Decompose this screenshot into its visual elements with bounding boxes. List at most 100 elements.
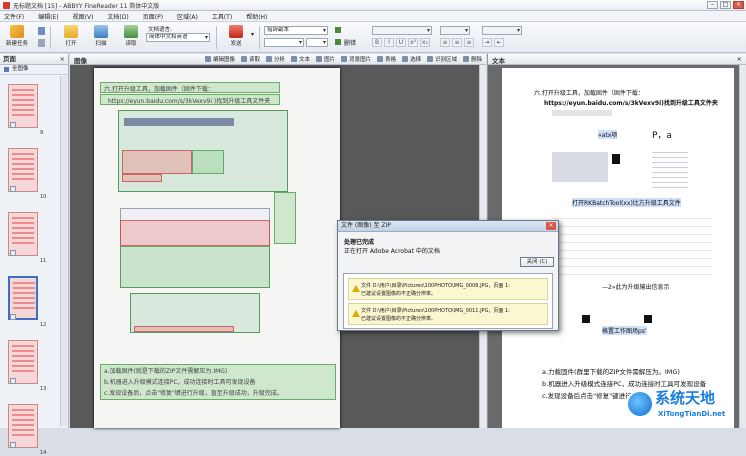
text-tool[interactable]: 文本 <box>291 55 310 63</box>
page-checkbox[interactable] <box>10 314 16 320</box>
select-all-pages[interactable]: 全图像 <box>0 65 68 75</box>
scan-button[interactable]: 扫描 <box>87 24 115 51</box>
title-bar: 无标题文档 [15] - ABBYY FineReader 11 简体中文版 –… <box>0 0 746 11</box>
bookmark-icon[interactable] <box>335 27 341 33</box>
save-icon[interactable] <box>38 27 45 35</box>
outdent-button[interactable]: ⇤ <box>494 38 504 47</box>
format-select[interactable] <box>372 26 432 35</box>
menu-tools[interactable]: 工具(T) <box>212 12 232 21</box>
doc-lang-label: 文档语言: <box>148 27 172 33</box>
font-select[interactable] <box>264 38 304 47</box>
select-tool[interactable]: 选择 <box>402 55 421 63</box>
page-number: 14 <box>40 450 47 456</box>
table-area-zone[interactable] <box>120 220 270 246</box>
text-panel-close[interactable]: × <box>737 55 742 63</box>
list-placeholder <box>652 152 688 188</box>
font-size-select[interactable] <box>306 38 328 47</box>
background-picture-tool[interactable]: 背景图片 <box>341 55 371 63</box>
delete-icon <box>463 56 470 62</box>
dialog-status: 处理已完成 <box>344 239 375 246</box>
bold-button[interactable]: B <box>372 38 382 47</box>
align-select[interactable] <box>440 26 470 35</box>
main-toolbar: 新建任务 打开 扫描 读取 文档语言: 简体中文和英语 发送 ▾ 措辞副本 删错… <box>0 22 746 53</box>
text-line-3: «atx项 <box>598 130 618 139</box>
indent-button[interactable]: ⇥ <box>482 38 492 47</box>
table-tool[interactable]: 表格 <box>377 55 396 63</box>
table-area-zone[interactable] <box>122 150 192 174</box>
menu-file[interactable]: 文件(F) <box>4 12 24 21</box>
table-area-zone[interactable] <box>134 326 234 332</box>
pages-scrollbar[interactable] <box>60 76 67 426</box>
page-number: 12 <box>40 322 47 328</box>
app-icon <box>3 1 10 9</box>
italic-button[interactable]: I <box>384 38 394 47</box>
menu-view[interactable]: 视图(V) <box>73 12 94 21</box>
black-block <box>644 315 652 323</box>
scanner-icon <box>94 25 108 38</box>
analyze-tool[interactable]: 分析 <box>266 55 285 63</box>
menu-edit[interactable]: 编辑(E) <box>38 12 58 21</box>
open-button[interactable]: 打开 <box>57 24 85 51</box>
new-task-icon <box>10 25 24 38</box>
text-area-zone[interactable] <box>274 192 296 244</box>
new-task-button[interactable]: 新建任务 <box>3 24 31 51</box>
warning-item[interactable]: 文件 D:\用户\目录\Pictures\100PHOTO\IMG_0011.J… <box>348 303 548 325</box>
page-checkbox[interactable] <box>10 122 16 128</box>
close-window-button[interactable]: × <box>733 1 744 9</box>
read-icon <box>241 56 248 62</box>
warning-list[interactable]: 文件 D:\用户\目录\Pictures\100PHOTO\IMG_0008.J… <box>343 273 553 329</box>
align-center-button[interactable]: ≡ <box>452 38 462 47</box>
align-left-button[interactable]: ≡ <box>440 38 450 47</box>
read-button[interactable]: 读取 <box>117 24 145 51</box>
menu-area[interactable]: 区域(A) <box>177 12 198 21</box>
page-bottom-line-3: c.发现设备后，点击"修复"键进行升级，直至升级成功，升级完成。 <box>104 390 283 397</box>
window-title: 无标题文档 [15] - ABBYY FineReader 11 简体中文版 <box>13 2 160 10</box>
dialog-close-btn[interactable]: 关闭 (C) <box>520 257 554 267</box>
page-checkbox[interactable] <box>10 378 16 384</box>
warning-item[interactable]: 文件 D:\用户\目录\Pictures\100PHOTO\IMG_0008.J… <box>348 278 548 300</box>
scanned-page-image[interactable]: 六.打开升级工具，加载固件（固件下载： https://eyun.baidu.c… <box>94 68 340 428</box>
menu-page[interactable]: 页面(P) <box>143 12 163 21</box>
pages-close-button[interactable]: × <box>60 54 65 64</box>
pdf-icon <box>229 25 243 38</box>
text-area-zone[interactable] <box>192 150 224 174</box>
page-number: 9 <box>40 130 44 136</box>
background-picture-icon <box>341 56 348 62</box>
delete-tool[interactable]: 删除 <box>463 55 482 63</box>
table-placeholder <box>552 218 712 278</box>
table-area-zone[interactable] <box>122 174 162 182</box>
menu-document[interactable]: 文档(D) <box>107 12 128 21</box>
page-checkbox[interactable] <box>10 250 16 256</box>
text-line-5: 打开RKBatchTool(xx)比方升级工具文件 <box>572 198 681 207</box>
dialog-subtitle: 正在打开 Adobe Acrobat 中的文档 <box>344 248 440 255</box>
processing-dialog: 文件 (图像) 至 ZIP × 处理已完成 正在打开 Adobe Acrobat… <box>337 220 559 331</box>
picture-area-zone[interactable] <box>120 246 270 288</box>
menu-bar: 文件(F) 编辑(E) 视图(V) 文档(D) 页面(P) 区域(A) 工具(T… <box>0 11 746 22</box>
bookmarks-label[interactable]: 删错 <box>344 38 356 47</box>
superscript-button[interactable]: x² <box>408 38 418 47</box>
dialog-close-button[interactable]: × <box>546 222 556 230</box>
doc-lang-select[interactable]: 简体中文和英语 <box>146 33 210 42</box>
menu-help[interactable]: 帮助(H) <box>246 12 267 21</box>
globe-icon <box>626 390 654 418</box>
recognize-area-tool[interactable]: 识别区域 <box>427 55 457 63</box>
maximize-button[interactable]: □ <box>720 1 731 9</box>
subscript-button[interactable]: x₂ <box>420 38 430 47</box>
align-right-button[interactable]: ≡ <box>464 38 474 47</box>
zoom-select[interactable] <box>482 26 522 35</box>
read-tool[interactable]: 读取 <box>241 55 260 63</box>
send-dropdown-icon[interactable]: ▾ <box>251 31 254 38</box>
page-checkbox[interactable] <box>10 186 16 192</box>
black-block <box>582 315 590 323</box>
underline-button[interactable]: U <box>396 38 406 47</box>
text-scrollbar[interactable] <box>739 65 746 428</box>
bookmark2-icon[interactable] <box>335 39 341 45</box>
edit-image-tool[interactable]: 编辑图像 <box>205 55 235 63</box>
page-checkbox[interactable] <box>10 442 16 448</box>
pages-panel: 页面 × 全图像 9 10 11 12 13 14 <box>0 54 69 456</box>
send-button[interactable]: 发送 <box>222 24 250 51</box>
picture-tool[interactable]: 图片 <box>316 55 335 63</box>
print-icon[interactable] <box>38 39 45 47</box>
minimize-button[interactable]: – <box>707 1 718 9</box>
style-select[interactable]: 措辞副本 <box>264 26 328 35</box>
